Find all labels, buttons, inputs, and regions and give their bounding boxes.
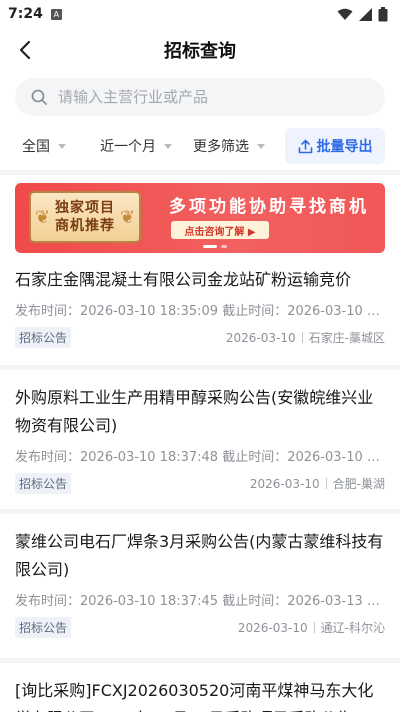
section-divider bbox=[0, 170, 400, 175]
pagination-dot bbox=[221, 245, 227, 248]
item-date: 2026-03-10 bbox=[249, 476, 320, 491]
time-filter-label: 近一个月 bbox=[100, 139, 156, 155]
item-region: 石家庄-藁城区 bbox=[308, 331, 385, 345]
battery-icon bbox=[378, 6, 388, 21]
more-filter[interactable]: 更多筛选 bbox=[193, 136, 265, 156]
item-title: 石家庄金隅混凝土有限公司金龙站矿粉运输竞价 bbox=[15, 270, 352, 289]
item-meta: 2026-03-10 通辽-科尔沁 bbox=[238, 619, 385, 636]
filter-bar: 全国 近一个月 更多筛选 批量导出 bbox=[0, 126, 400, 166]
laurel-left-icon: ❦ bbox=[35, 207, 51, 228]
meta-separator bbox=[325, 478, 327, 489]
item-date: 2026-03-10 bbox=[225, 330, 296, 345]
status-time: 7:24 bbox=[8, 6, 43, 22]
item-footer: 招标公告 2026-03-10 石家庄-藁城区 bbox=[15, 327, 385, 348]
time-filter[interactable]: 近一个月 bbox=[100, 136, 172, 156]
list-item[interactable]: [询比采购]FCXJ2026030520河南平煤神马东大化学有限公司2026年0… bbox=[0, 663, 400, 712]
back-arrow-icon bbox=[19, 40, 31, 60]
upload-icon bbox=[298, 139, 312, 153]
page-title: 招标查询 bbox=[164, 41, 236, 62]
banner-headline: 多项功能协助寻找商机 bbox=[169, 197, 369, 217]
more-filter-label: 更多筛选 bbox=[193, 139, 249, 155]
signal-icon bbox=[359, 7, 372, 21]
region-filter[interactable]: 全国 bbox=[22, 136, 66, 156]
item-title: 外购原料工业生产用精甲醇采购公告(安徽皖维兴业物资有限公司) bbox=[15, 388, 374, 435]
list-item[interactable]: 蒙维公司电石厂焊条3月采购公告(内蒙古蒙维科技有限公司) 发布时间：2026-0… bbox=[0, 514, 400, 658]
list-item[interactable]: 外购原料工业生产用精甲醇采购公告(安徽皖维兴业物资有限公司) 发布时间：2026… bbox=[0, 370, 400, 509]
wifi-icon bbox=[337, 8, 353, 20]
search-icon bbox=[31, 89, 47, 105]
pagination-dot-active bbox=[203, 245, 217, 248]
badge-line2: 商机推荐 bbox=[55, 218, 115, 234]
item-date: 2026-03-10 bbox=[237, 620, 308, 635]
item-tag: 招标公告 bbox=[15, 473, 72, 494]
caret-down-icon bbox=[58, 143, 66, 149]
list-item[interactable]: 石家庄金隅混凝土有限公司金龙站矿粉运输竞价 发布时间：2026-03-10 18… bbox=[0, 258, 400, 365]
banner-badge: ❦ 独家项目 商机推荐 ❦ bbox=[29, 191, 141, 243]
search-bar[interactable] bbox=[15, 78, 385, 116]
back-button[interactable] bbox=[10, 34, 40, 66]
item-footer: 招标公告 2026-03-10 合肥-巢湖 bbox=[15, 473, 385, 494]
item-region: 通辽-科尔沁 bbox=[320, 621, 385, 635]
item-meta: 2026-03-10 合肥-巢湖 bbox=[250, 475, 385, 492]
item-times: 发布时间：2026-03-10 18:35:09 截止时间：2026-03-10… bbox=[15, 304, 385, 319]
meta-separator bbox=[313, 622, 315, 633]
item-tag: 招标公告 bbox=[15, 327, 72, 348]
status-icons bbox=[337, 6, 388, 22]
caret-down-icon bbox=[257, 143, 265, 149]
item-tag: 招标公告 bbox=[15, 617, 72, 638]
badge-line1: 独家项目 bbox=[55, 200, 115, 216]
notification-icon: A bbox=[50, 8, 62, 20]
item-times: 发布时间：2026-03-10 18:37:48 截止时间：2026-03-10… bbox=[15, 450, 385, 465]
batch-export-label: 批量导出 bbox=[316, 139, 373, 155]
item-footer: 招标公告 2026-03-10 通辽-科尔沁 bbox=[15, 617, 385, 638]
caret-down-icon bbox=[164, 143, 172, 149]
banner-cta-button[interactable]: 点击咨询了解 ▶ bbox=[171, 221, 269, 239]
tender-list: 石家庄金隅混凝土有限公司金龙站矿粉运输竞价 发布时间：2026-03-10 18… bbox=[0, 258, 400, 712]
item-region: 合肥-巢湖 bbox=[332, 477, 385, 491]
promo-banner[interactable]: ❦ 独家项目 商机推荐 ❦ 多项功能协助寻找商机 点击咨询了解 ▶ bbox=[15, 183, 385, 253]
item-times: 发布时间：2026-03-10 18:37:45 截止时间：2026-03-13… bbox=[15, 594, 385, 609]
item-meta: 2026-03-10 石家庄-藁城区 bbox=[226, 329, 385, 346]
batch-export-button[interactable]: 批量导出 bbox=[285, 128, 385, 164]
item-title: [询比采购]FCXJ2026030520河南平煤神马东大化学有限公司2026年0… bbox=[15, 681, 374, 712]
meta-separator bbox=[301, 332, 303, 343]
item-title: 蒙维公司电石厂焊条3月采购公告(内蒙古蒙维科技有限公司) bbox=[15, 532, 384, 579]
nav-bar: 招标查询 bbox=[0, 28, 400, 72]
status-bar: 7:24 A bbox=[0, 0, 400, 28]
region-filter-label: 全国 bbox=[22, 139, 50, 155]
search-input[interactable] bbox=[58, 88, 348, 106]
laurel-right-icon: ❦ bbox=[119, 207, 135, 228]
banner-pagination bbox=[203, 245, 227, 248]
